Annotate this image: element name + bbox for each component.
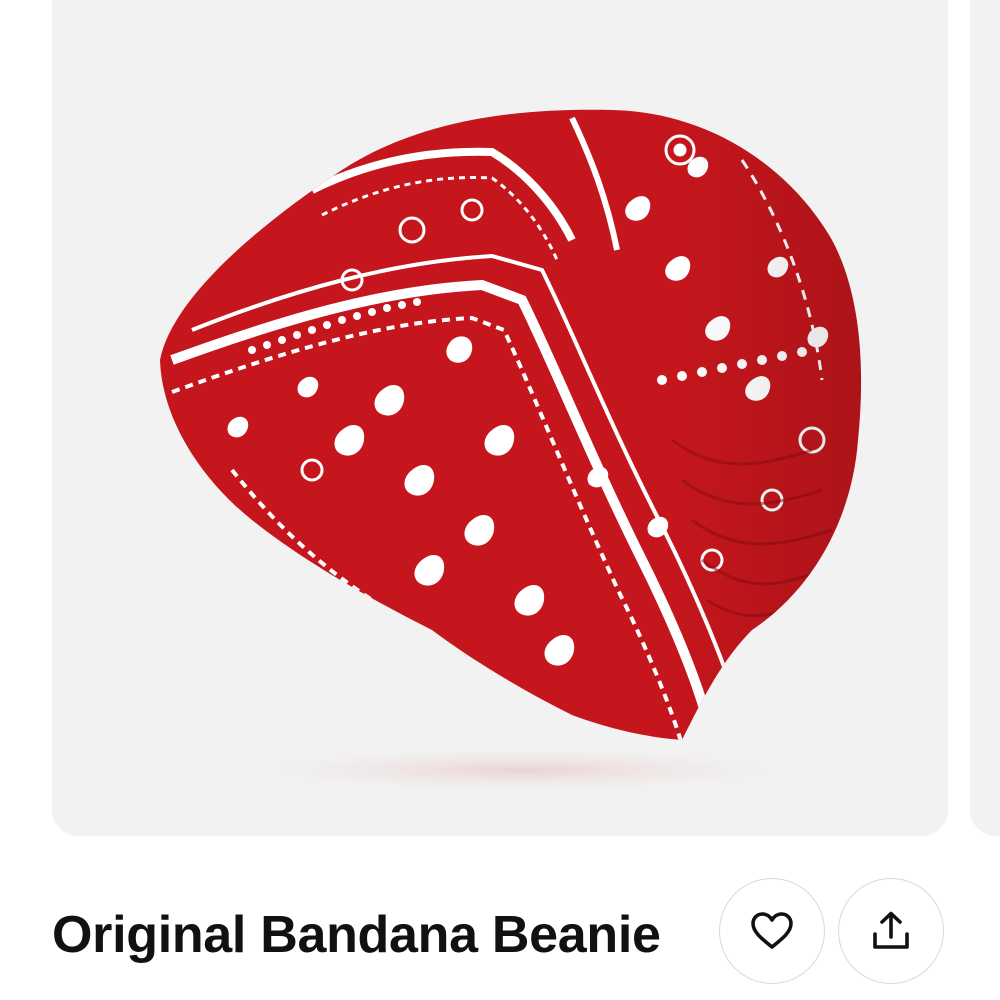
favorite-button[interactable] bbox=[719, 878, 825, 984]
product-image-carousel[interactable] bbox=[0, 0, 1000, 836]
next-product-image-peek[interactable] bbox=[970, 0, 1000, 836]
product-image bbox=[52, 0, 948, 836]
beanie-illustration bbox=[52, 0, 948, 836]
product-detail-screen: Original Bandana Beanie bbox=[0, 0, 1000, 1000]
heart-icon bbox=[750, 911, 794, 951]
product-image-card[interactable] bbox=[52, 0, 948, 836]
share-button[interactable] bbox=[838, 878, 944, 984]
product-title: Original Bandana Beanie bbox=[52, 904, 692, 966]
hat-shadow bbox=[192, 744, 852, 796]
share-icon bbox=[870, 910, 912, 952]
